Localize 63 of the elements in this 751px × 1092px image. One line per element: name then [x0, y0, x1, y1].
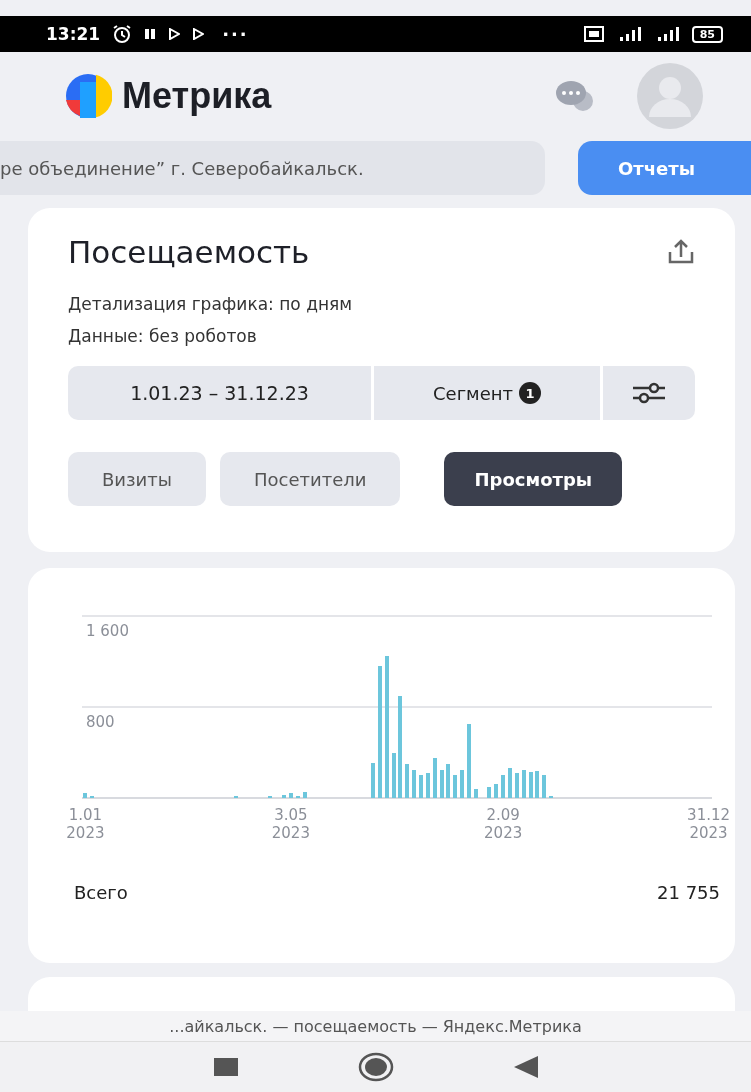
bar — [405, 763, 410, 798]
bar — [514, 773, 519, 798]
y-axis-label: 800 — [86, 713, 115, 731]
report-title: Посещаемость — [68, 234, 310, 270]
metric-tab[interactable]: Посетители — [220, 452, 401, 506]
date-range-button[interactable]: 1.01.23 – 31.12.23 — [68, 366, 371, 420]
clock: 13:21 — [46, 24, 101, 44]
bar — [535, 770, 540, 798]
bar — [391, 752, 396, 798]
bar — [494, 784, 499, 798]
x-axis-label: 31.12 2023 — [687, 806, 731, 838]
alarm-icon — [112, 24, 133, 44]
home-icon[interactable] — [357, 1052, 394, 1082]
bar — [439, 769, 444, 798]
x-axis-label: 1.01 2023 — [66, 806, 105, 838]
back-icon[interactable] — [513, 1056, 538, 1078]
sim-card-icon — [583, 26, 604, 42]
bar — [501, 775, 506, 798]
metric-tab[interactable]: Визиты — [68, 452, 206, 506]
bar — [234, 795, 239, 798]
bar — [542, 775, 547, 798]
filter-icon — [631, 380, 667, 406]
share-icon[interactable] — [667, 239, 695, 265]
segment-button[interactable]: Сегмент 1 — [374, 366, 600, 420]
total-label: Всего — [74, 882, 128, 903]
x-axis-label: 3.05 2023 — [271, 806, 310, 838]
browser-caption: ...айкальск. — посещаемость — Яндекс.Метрика — [169, 1016, 582, 1036]
bar — [282, 794, 286, 798]
bar — [302, 792, 307, 798]
bar — [446, 763, 451, 798]
bar — [549, 795, 554, 798]
total-value: 21 755 — [657, 882, 720, 903]
bar — [521, 769, 526, 798]
segment-count-badge: 1 — [519, 382, 541, 404]
x-axis-label: 2.09 2023 — [484, 806, 523, 838]
bar — [288, 793, 293, 798]
reports-button[interactable]: Отчеты — [578, 141, 751, 195]
segment-label: Сегмент — [433, 382, 513, 404]
battery-indicator: 85 — [691, 25, 723, 43]
metric-tab[interactable]: Просмотры — [444, 452, 623, 506]
recent-apps-icon[interactable] — [213, 1058, 238, 1076]
bar — [268, 795, 273, 798]
play-icon — [192, 28, 205, 40]
filter-button[interactable] — [603, 366, 695, 420]
bar — [528, 771, 533, 798]
more-notifications: ··· — [222, 23, 249, 45]
app-title: Метрика — [122, 75, 272, 117]
y-axis-label: 1 600 — [86, 622, 129, 640]
play-icon — [168, 28, 181, 40]
logo-icon — [64, 72, 112, 120]
bar — [453, 775, 458, 798]
bar — [432, 758, 437, 798]
report-detail: Детализация графика: по дням — [68, 293, 354, 316]
bar — [487, 786, 492, 798]
bar — [425, 773, 430, 798]
bar — [90, 795, 95, 798]
counter-selector[interactable]: ре объединение” г. Северобайкальск. — [0, 141, 545, 195]
bar — [83, 793, 88, 798]
bar — [473, 788, 478, 798]
bar — [295, 795, 300, 798]
bar — [508, 768, 512, 798]
report-detail: Данные: без роботов — [68, 325, 258, 348]
pause-icon — [144, 28, 157, 40]
